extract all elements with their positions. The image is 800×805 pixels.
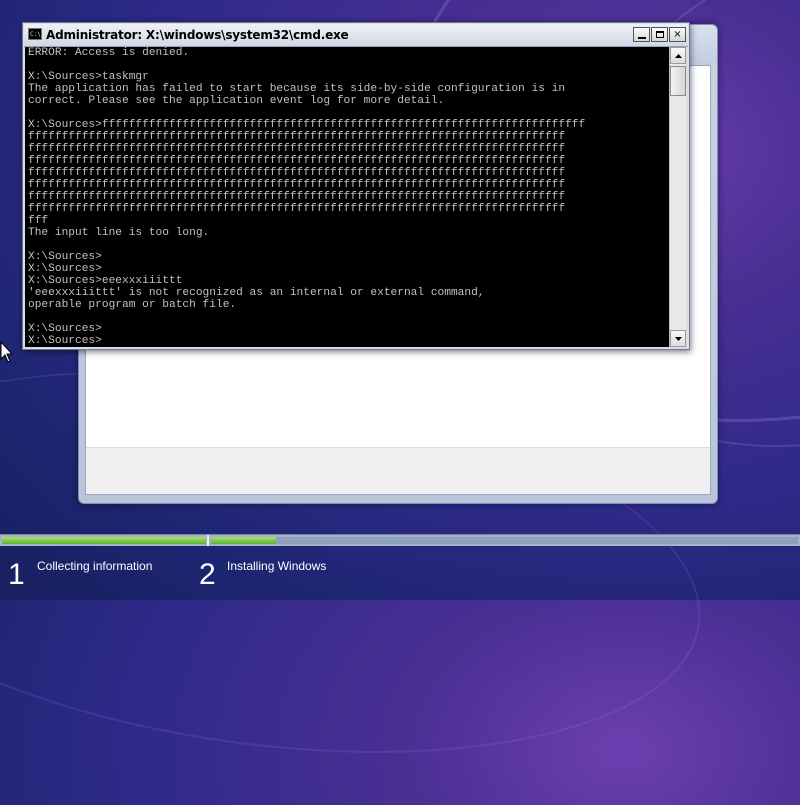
arrow-up-icon bbox=[674, 53, 682, 58]
console-line: X:\Sources> bbox=[28, 263, 102, 275]
console-line: fff bbox=[28, 215, 49, 227]
step-1-number: 1 bbox=[8, 558, 25, 591]
setup-window-footer bbox=[86, 447, 710, 494]
console-line: X:\Sources>eeexxxiiittt bbox=[28, 275, 183, 287]
console-line: ffffffffffffffffffffffffffffffffffffffff… bbox=[28, 131, 566, 143]
console-line: ffffffffffffffffffffffffffffffffffffffff… bbox=[28, 143, 566, 155]
cmd-window[interactable]: C:\. Administrator: X:\windows\system32\… bbox=[22, 22, 690, 350]
progress-step-2-fill bbox=[211, 537, 276, 544]
maximize-button[interactable] bbox=[651, 27, 668, 42]
console-output[interactable]: ERROR: Access is denied. X:\Sources>taskm… bbox=[25, 47, 669, 347]
progress-step-2-track bbox=[211, 537, 798, 544]
console-line: correct. Please see the application even… bbox=[28, 95, 445, 107]
console-line: X:\Sources>taskmgr bbox=[28, 71, 149, 83]
console-line: 'eeexxxiiittt' is not recognized as an i… bbox=[28, 287, 485, 299]
cmd-icon[interactable]: C:\. bbox=[28, 28, 44, 40]
console-line: ffffffffffffffffffffffffffffffffffffffff… bbox=[28, 203, 566, 215]
progress-separator bbox=[207, 535, 209, 546]
step-2-label: Installing Windows bbox=[227, 559, 327, 573]
console-line: X:\Sources> bbox=[28, 251, 102, 263]
cmd-titlebar[interactable]: C:\. Administrator: X:\windows\system32\… bbox=[24, 24, 688, 47]
step-1-label: Collecting information bbox=[37, 559, 153, 573]
minimize-button[interactable] bbox=[633, 27, 650, 42]
scrollbar-thumb[interactable] bbox=[670, 66, 686, 96]
window-title: Administrator: X:\windows\system32\cmd.e… bbox=[46, 28, 349, 42]
close-button[interactable]: × bbox=[669, 27, 686, 42]
console-line: ffffffffffffffffffffffffffffffffffffffff… bbox=[28, 191, 566, 203]
console-line: X:\Sources>fffffffffffffffffffffffffffff… bbox=[28, 119, 586, 131]
progress-step-1-fill bbox=[2, 537, 206, 544]
scroll-down-button[interactable] bbox=[670, 330, 686, 347]
console-line: ffffffffffffffffffffffffffffffffffffffff… bbox=[28, 155, 566, 167]
vertical-scrollbar[interactable] bbox=[669, 47, 686, 347]
console-line: X:\Sources> bbox=[28, 335, 102, 347]
close-icon: × bbox=[673, 28, 682, 40]
console-line: The input line is too long. bbox=[28, 227, 210, 239]
arrow-down-icon bbox=[674, 336, 682, 341]
minimize-icon bbox=[637, 37, 646, 39]
step-2-number: 2 bbox=[199, 558, 216, 591]
console-line: X:\Sources> bbox=[28, 323, 102, 335]
console-line: The application has failed to start beca… bbox=[28, 83, 566, 95]
console-line: operable program or batch file. bbox=[28, 299, 237, 311]
console-line: ffffffffffffffffffffffffffffffffffffffff… bbox=[28, 167, 566, 179]
console-line: ERROR: Access is denied. bbox=[28, 47, 190, 59]
setup-progress-bar bbox=[0, 534, 800, 546]
scroll-up-button[interactable] bbox=[670, 47, 686, 64]
maximize-icon bbox=[655, 31, 664, 38]
mouse-cursor-icon bbox=[0, 341, 14, 363]
console-line: ffffffffffffffffffffffffffffffffffffffff… bbox=[28, 179, 566, 191]
